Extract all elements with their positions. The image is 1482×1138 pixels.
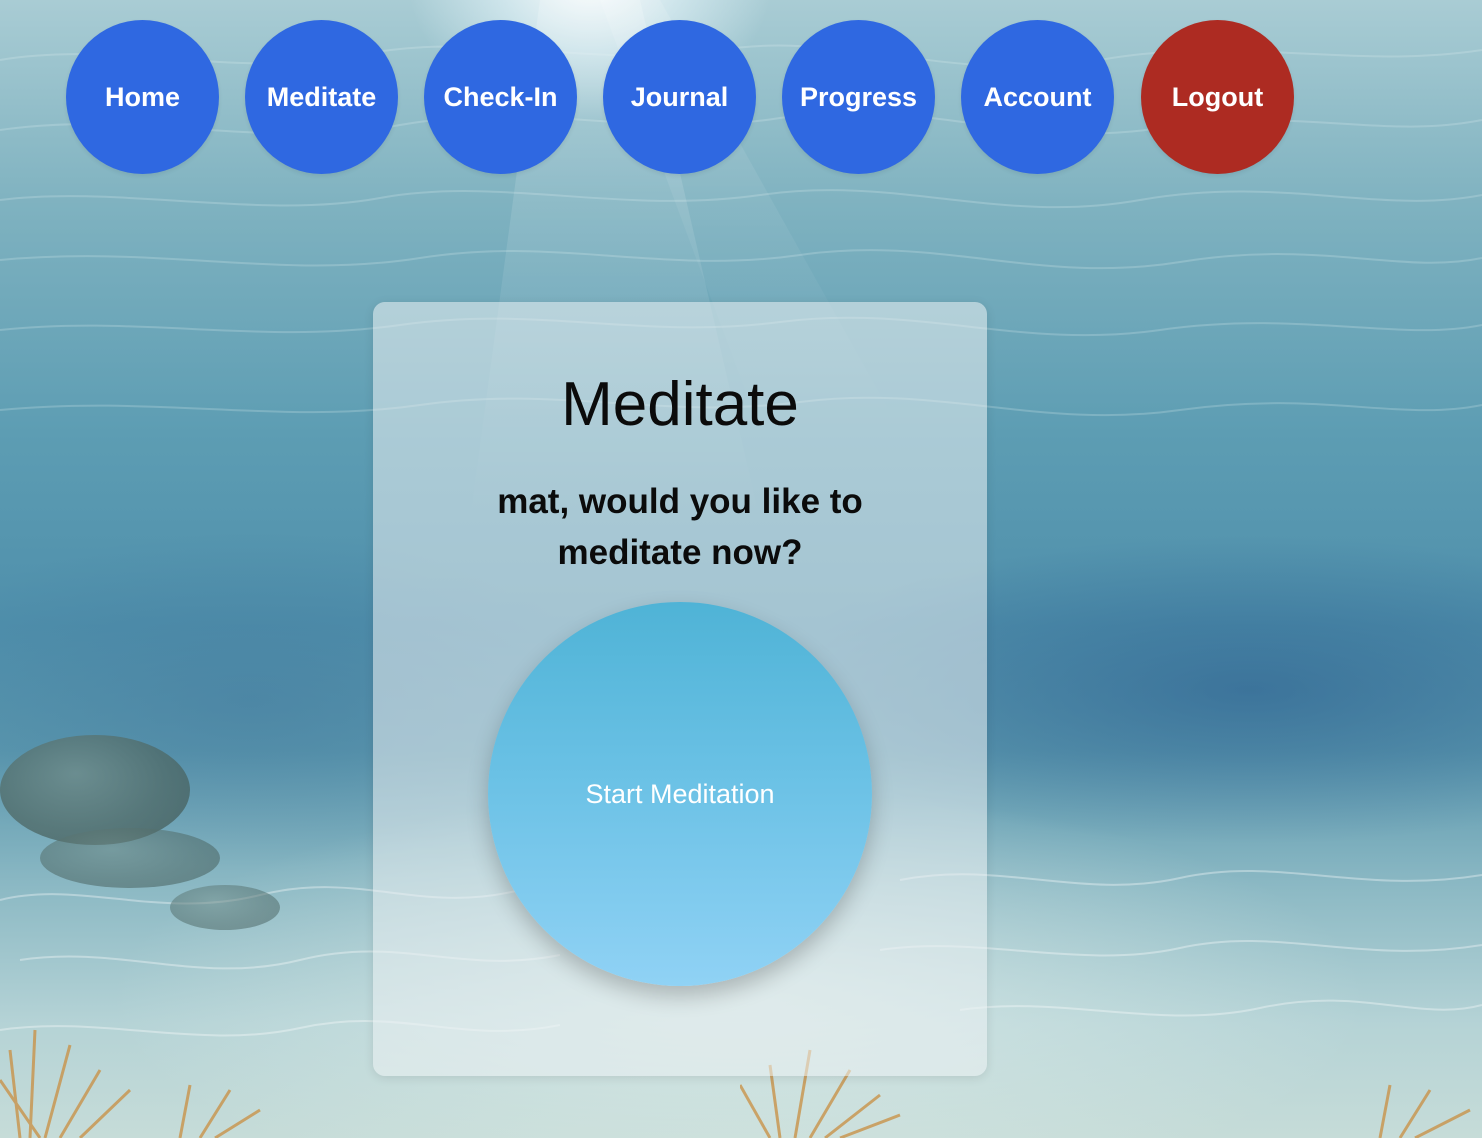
start-meditation-label: Start Meditation	[585, 778, 775, 809]
nav-progress-button[interactable]: Progress	[782, 20, 935, 174]
nav-account-button[interactable]: Account	[961, 20, 1114, 174]
nav-journal-button[interactable]: Journal	[603, 20, 756, 174]
page: Home Meditate Check-In Journal Progress …	[0, 0, 1482, 1138]
meditate-card: Meditate mat, would you like to meditate…	[373, 302, 987, 1076]
rock-decoration	[0, 735, 190, 845]
meditate-prompt: mat, would you like to meditate now?	[497, 482, 863, 572]
rock-decoration	[40, 828, 220, 888]
page-title: Meditate	[561, 370, 799, 439]
start-meditation-button[interactable]: Start Meditation	[488, 602, 872, 986]
nav-check-in-button[interactable]: Check-In	[424, 20, 577, 174]
nav-meditate-button[interactable]: Meditate	[245, 20, 398, 174]
rock-decoration	[170, 885, 280, 930]
nav-logout-button[interactable]: Logout	[1141, 20, 1294, 174]
nav-home-button[interactable]: Home	[66, 20, 219, 174]
coral-decoration	[0, 1029, 261, 1138]
